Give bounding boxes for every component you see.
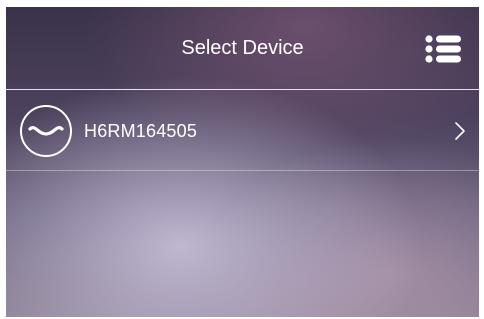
menu-button[interactable]: [425, 35, 461, 63]
select-device-screen: Select Device H6RM164505: [6, 7, 479, 317]
device-name: H6RM164505: [84, 121, 198, 141]
list-menu-icon: [425, 35, 461, 63]
chevron-right-icon: [455, 122, 465, 140]
page-title: Select Device: [181, 37, 304, 59]
device-list-item[interactable]: H6RM164505: [6, 90, 479, 171]
header-bar: Select Device: [6, 7, 479, 90]
device-wave-icon: [20, 105, 72, 157]
